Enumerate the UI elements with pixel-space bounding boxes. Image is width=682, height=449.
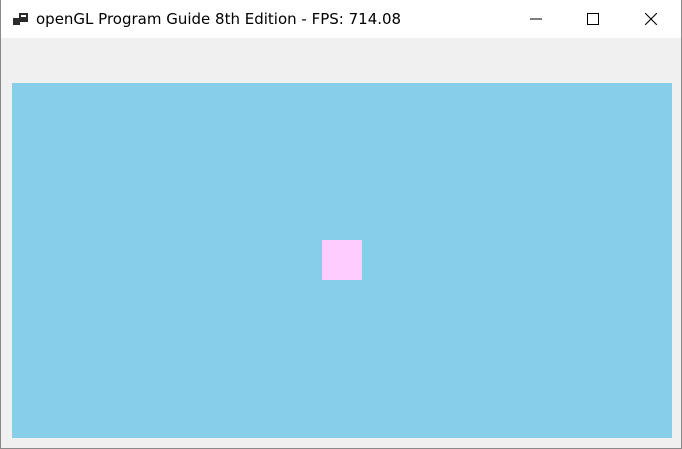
app-window: openGL Program Guide 8th Edition - FPS: …	[0, 0, 682, 449]
close-icon	[645, 13, 657, 25]
minimize-button[interactable]	[507, 0, 565, 38]
maximize-button[interactable]	[564, 0, 622, 38]
client-top-strip	[1, 38, 681, 83]
minimize-icon	[530, 18, 542, 20]
title-bar[interactable]: openGL Program Guide 8th Edition - FPS: …	[1, 0, 681, 38]
close-button[interactable]	[622, 0, 680, 38]
rendered-quad	[322, 240, 362, 280]
opengl-viewport[interactable]	[12, 83, 672, 438]
app-window-icon	[13, 11, 29, 27]
window-title: openGL Program Guide 8th Edition - FPS: …	[36, 10, 402, 28]
maximize-icon	[587, 13, 599, 25]
